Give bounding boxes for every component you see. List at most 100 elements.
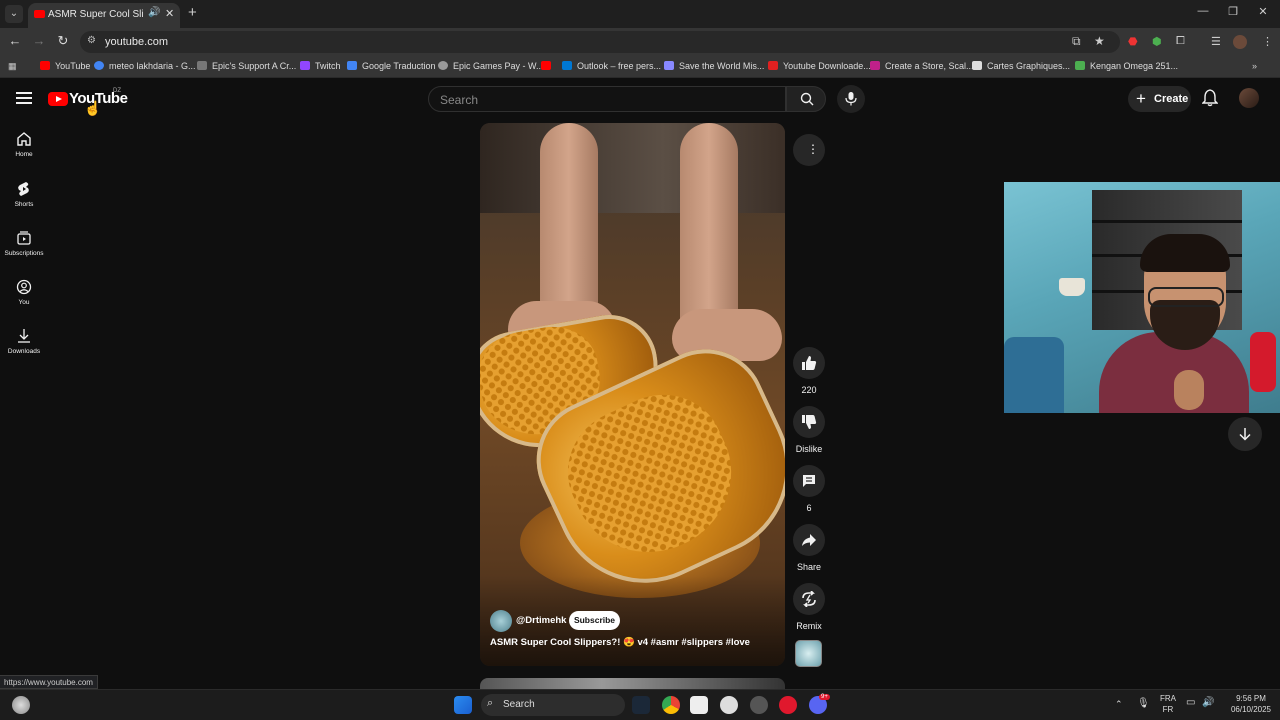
bookmark-item[interactable]: Epic's Support A Cr...	[197, 61, 296, 71]
bookmark-favicon-icon	[347, 61, 357, 70]
opera-icon[interactable]	[779, 696, 797, 714]
shorts-icon	[18, 182, 29, 196]
voice-search-button[interactable]	[837, 85, 865, 113]
sidebar-item-subscriptions[interactable]: Subscriptions	[0, 230, 48, 257]
youtube-masthead: YouTube DZ ☝ Search + Create	[0, 78, 1280, 122]
bookmark-item[interactable]: meteo lakhdaria - G...	[94, 61, 196, 71]
bookmark-item[interactable]: Cartes Graphiques...	[972, 61, 1070, 71]
account-avatar[interactable]	[1239, 88, 1259, 108]
subscribe-button[interactable]: Subscribe	[569, 611, 620, 630]
more-bookmarks-icon[interactable]: »	[1252, 61, 1257, 71]
bookmark-item[interactable]: YouTube	[40, 61, 90, 71]
show-hidden-icons-icon[interactable]: ⌃	[1115, 699, 1123, 710]
create-button[interactable]: + Create	[1128, 86, 1191, 112]
taskbar-search[interactable]: ⌕ Search	[481, 694, 625, 716]
site-info-icon[interactable]: ⚙	[87, 35, 96, 46]
webcam-shelf-line	[1092, 220, 1242, 223]
sidebar-item-shorts[interactable]: Shorts	[0, 181, 48, 208]
tab-close-icon[interactable]: ✕	[165, 7, 174, 20]
app-icon[interactable]	[750, 696, 768, 714]
chrome-icon[interactable]	[662, 696, 680, 714]
minimize-button[interactable]: —	[1193, 5, 1213, 17]
notifications-bell-icon[interactable]	[1202, 89, 1218, 107]
bookmark-item[interactable]: Youtube Downloade...	[768, 61, 871, 71]
channel-avatar[interactable]	[490, 610, 512, 632]
sound-thumbnail[interactable]	[795, 640, 822, 667]
tab-search-button[interactable]: ⌄	[5, 5, 23, 23]
language-bottom[interactable]: FR	[1158, 705, 1178, 714]
microphone-tray-icon[interactable]: 🎙	[1137, 698, 1150, 709]
download-icon	[18, 329, 30, 343]
bookmark-label: Cartes Graphiques...	[987, 61, 1071, 71]
create-label: Create	[1154, 93, 1189, 105]
bookmark-item[interactable]: Google Traduction	[347, 61, 436, 71]
youtube-logo-icon[interactable]	[48, 92, 68, 106]
more-options-button[interactable]: ⋮	[793, 134, 825, 166]
capture-app-icon[interactable]	[690, 696, 708, 714]
weather-widget-icon[interactable]	[12, 696, 30, 714]
bookmark-item[interactable]: Kengan Omega 251...	[1075, 61, 1178, 71]
mouse-cursor-icon: ☝	[84, 100, 102, 116]
short-title[interactable]: ASMR Super Cool Slippers?! 😍 v4 #asmr #s…	[490, 637, 750, 648]
bookmark-item[interactable]: Create a Store, Scal...	[870, 61, 974, 71]
you-icon	[16, 279, 32, 295]
extensions-puzzle-icon[interactable]: ⧠	[1176, 35, 1185, 48]
profile-avatar-icon[interactable]	[1233, 35, 1247, 49]
sidebar-item-label: Shorts	[14, 201, 34, 208]
bookmark-favicon-icon	[972, 61, 982, 70]
sidebar-item-you[interactable]: You	[0, 279, 48, 306]
clock-time[interactable]: 9:56 PM	[1226, 694, 1276, 703]
sidebar-item-label: Home	[15, 151, 33, 158]
restore-button[interactable]: ❐	[1223, 5, 1243, 18]
bookmark-label: Google Traduction	[362, 61, 436, 71]
close-window-button[interactable]: ✕	[1253, 5, 1273, 18]
back-button[interactable]: ←	[6, 33, 24, 48]
bookmark-item[interactable]	[541, 61, 556, 71]
status-bar-url: https://www.youtube.com	[0, 675, 98, 689]
bookmark-favicon-icon	[300, 61, 310, 70]
reload-button[interactable]: ↻	[54, 33, 72, 49]
bookmark-item[interactable]: Outlook – free pers...	[562, 61, 661, 71]
address-bar[interactable]: ⚙ youtube.com ⧉ ★	[80, 31, 1120, 53]
bookmark-favicon-icon	[664, 61, 674, 70]
adblock-extension-icon[interactable]: ⬣	[1128, 35, 1138, 48]
new-tab-button[interactable]: +	[188, 4, 197, 21]
audio-playing-icon[interactable]: 🔊	[148, 7, 160, 18]
chatgpt-icon[interactable]	[720, 696, 738, 714]
language-top[interactable]: FRA	[1158, 694, 1178, 703]
active-tab[interactable]: ASMR Super Cool Slippers?! 🔊 ✕	[28, 3, 180, 28]
sidebar-item-downloads[interactable]: Downloads	[0, 328, 48, 355]
bookmark-item[interactable]: Twitch	[300, 61, 341, 71]
tab-title: ASMR Super Cool Slippers?!	[48, 9, 144, 20]
volume-icon[interactable]: 🔊	[1202, 697, 1214, 708]
shorts-video-player[interactable]: @Drtimehk Subscribe ASMR Super Cool Slip…	[480, 123, 785, 666]
next-video-button[interactable]	[1228, 417, 1262, 451]
clock-date[interactable]: 06/10/2025	[1224, 705, 1278, 714]
bookmark-item[interactable]: Epic Games Pay - W...	[438, 61, 544, 71]
webcam-sofa	[1004, 337, 1064, 413]
remix-button[interactable]: Remix	[792, 583, 826, 631]
bookmark-star-icon[interactable]: ★	[1094, 34, 1105, 48]
browser-menu-icon[interactable]: ⋮	[1262, 35, 1273, 48]
forward-button[interactable]: →	[30, 33, 48, 48]
share-label: Share	[796, 562, 822, 572]
network-icon[interactable]: ▭	[1186, 697, 1195, 708]
extension-shield-icon[interactable]: ⬢	[1152, 35, 1162, 48]
search-input[interactable]: Search	[428, 86, 786, 112]
apps-grid-icon[interactable]: ▦	[8, 61, 17, 72]
install-app-icon[interactable]: ⧉	[1072, 34, 1081, 49]
dislike-button[interactable]: Dislike	[792, 406, 826, 454]
steam-icon[interactable]	[632, 696, 650, 714]
bookmark-label: Save the World Mis...	[679, 61, 765, 71]
bookmark-item[interactable]: Save the World Mis...	[664, 61, 764, 71]
sidebar-item-home[interactable]: Home	[0, 131, 48, 158]
comments-button[interactable]: 6	[792, 465, 826, 513]
share-button[interactable]: Share	[792, 524, 826, 572]
menu-icon[interactable]	[16, 92, 32, 104]
search-button[interactable]	[786, 86, 826, 112]
reading-list-icon[interactable]: ☰	[1211, 35, 1221, 48]
sidebar-item-label: Downloads	[7, 348, 41, 355]
windows-start-icon[interactable]	[454, 696, 472, 714]
channel-name[interactable]: @Drtimehk	[516, 615, 566, 626]
like-button[interactable]: 220	[792, 347, 826, 395]
